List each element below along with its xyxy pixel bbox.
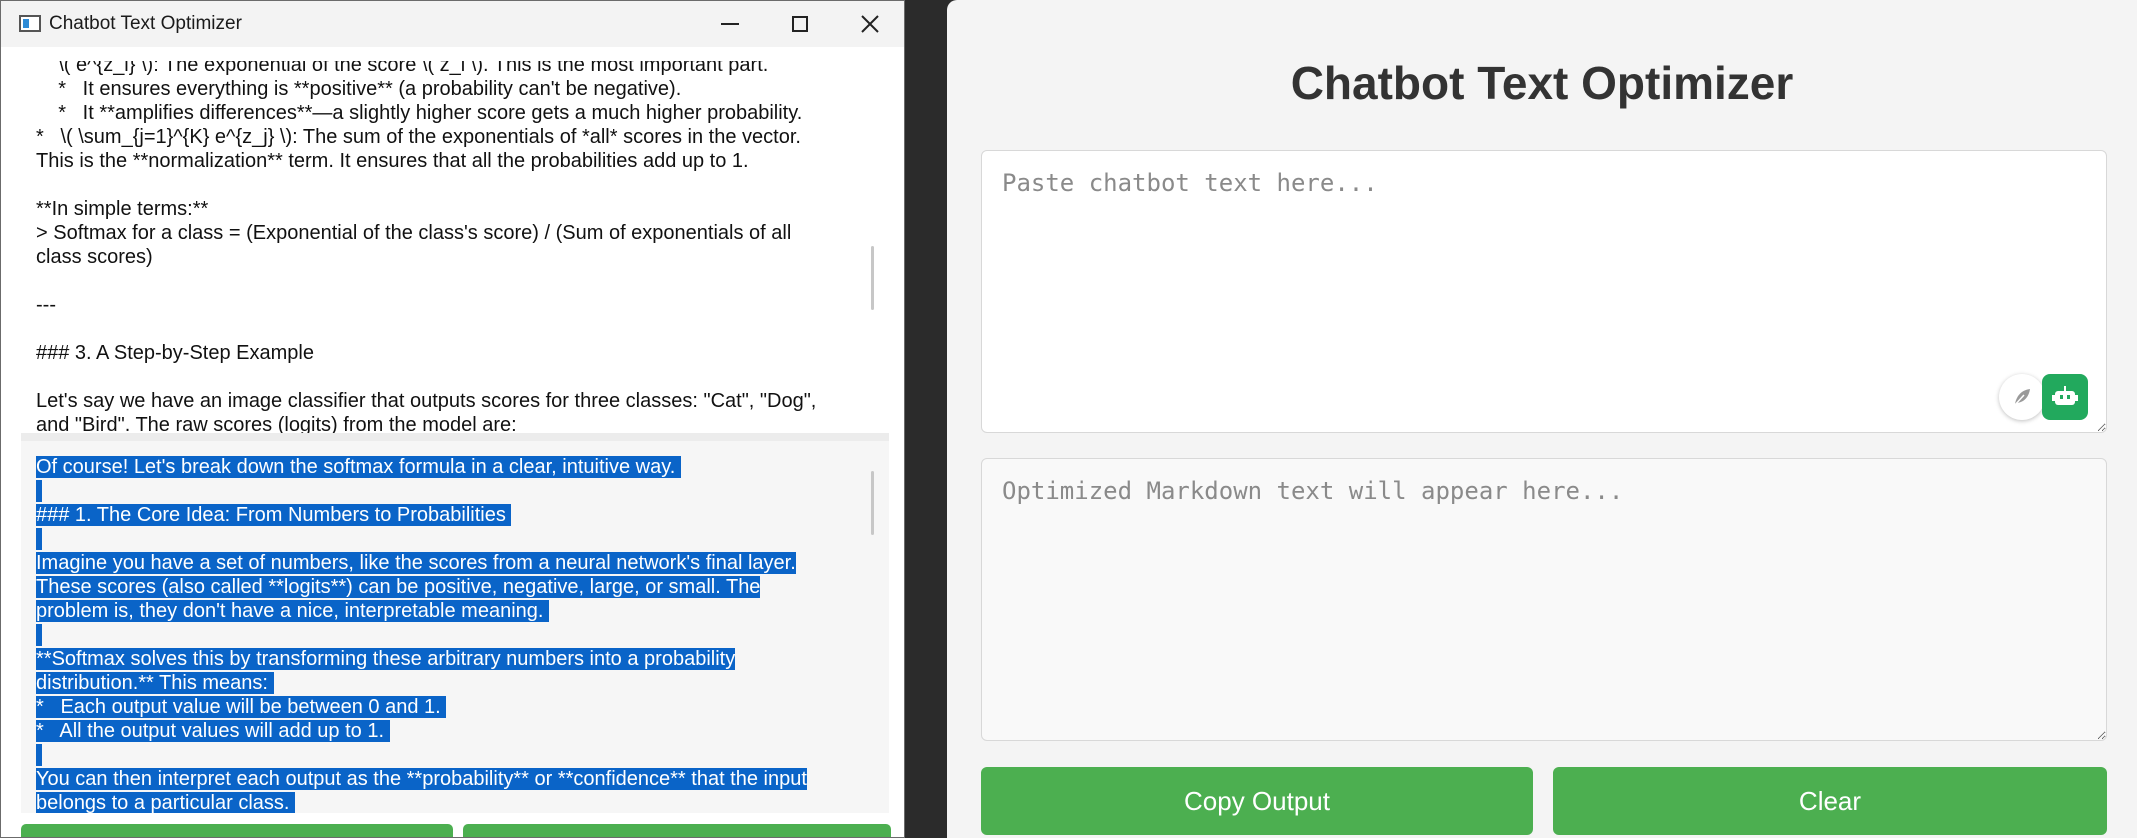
window-action-button-right[interactable] bbox=[463, 824, 891, 837]
text-line: This is the **normalization** term. It e… bbox=[36, 150, 749, 172]
text-line: distribution.** This means: bbox=[36, 671, 861, 695]
desktop-gap bbox=[905, 0, 947, 838]
bot-extension-button[interactable] bbox=[2042, 374, 2088, 420]
optimized-markdown-output[interactable] bbox=[981, 458, 2107, 741]
text-line: Let's say we have an image classifier th… bbox=[36, 390, 817, 412]
close-icon bbox=[861, 15, 879, 33]
text-line bbox=[36, 743, 861, 767]
maximize-icon bbox=[792, 16, 808, 32]
text-line: problem is, they don't have a nice, inte… bbox=[36, 599, 861, 623]
selected-text bbox=[36, 624, 42, 646]
selected-text bbox=[36, 528, 42, 550]
text-line: and "Bird". The raw scores (logits) from… bbox=[36, 414, 517, 433]
web-app-panel: Chatbot Text Optimizer Copy Output Clear bbox=[947, 0, 2137, 838]
chatbot-text-input[interactable] bbox=[981, 150, 2107, 433]
clear-button[interactable]: Clear bbox=[1553, 767, 2107, 835]
native-window: Chatbot Text Optimizer \( e^{z_i} \): Th… bbox=[0, 0, 905, 838]
window-titlebar[interactable]: Chatbot Text Optimizer bbox=[1, 1, 904, 47]
text-line: * It **amplifies differences**—a slightl… bbox=[36, 102, 803, 124]
selected-text: problem is, they don't have a nice, inte… bbox=[36, 600, 550, 622]
input-text-content: Of course! Let's break down the softmax … bbox=[36, 455, 861, 813]
text-line: * \( \sum_{j=1}^{K} e^{z_j} \): The sum … bbox=[36, 126, 801, 148]
selected-text: belongs to a particular class. bbox=[36, 792, 296, 813]
app-window-icon bbox=[19, 15, 41, 32]
selected-text: * Each output value will be between 0 an… bbox=[36, 696, 447, 718]
selected-text: Imagine you have a set of numbers, like … bbox=[36, 552, 796, 574]
text-line: **Softmax solves this by transforming th… bbox=[36, 647, 861, 671]
text-line bbox=[36, 173, 861, 197]
text-line: class scores) bbox=[36, 246, 153, 268]
selected-text bbox=[36, 480, 42, 502]
text-line: ### 1. The Core Idea: From Numbers to Pr… bbox=[36, 503, 861, 527]
close-button[interactable] bbox=[835, 1, 904, 47]
text-line: You can then interpret each output as th… bbox=[36, 767, 861, 791]
robot-icon bbox=[2052, 386, 2078, 405]
selected-text: You can then interpret each output as th… bbox=[36, 768, 807, 790]
text-line bbox=[36, 623, 861, 647]
pane-divider bbox=[21, 433, 889, 441]
selected-text: * All the output values will add up to 1… bbox=[36, 720, 390, 742]
text-line: * All the output values will add up to 1… bbox=[36, 719, 861, 743]
text-line: Of course! Let's break down the softmax … bbox=[36, 455, 861, 479]
text-line bbox=[36, 317, 861, 341]
minimize-button[interactable] bbox=[695, 1, 765, 47]
output-text-pane[interactable]: \( e^{z_i} \): The exponential of the sc… bbox=[21, 61, 889, 433]
text-line bbox=[36, 365, 861, 389]
text-line: ### 3. A Step-by-Step Example bbox=[36, 342, 314, 364]
selected-text: Of course! Let's break down the softmax … bbox=[36, 456, 681, 478]
text-line bbox=[36, 527, 861, 551]
selected-text bbox=[36, 744, 42, 766]
selected-text: ### 1. The Core Idea: From Numbers to Pr… bbox=[36, 504, 512, 526]
window-title: Chatbot Text Optimizer bbox=[49, 13, 242, 34]
text-line: belongs to a particular class. bbox=[36, 791, 861, 813]
text-line: * Each output value will be between 0 an… bbox=[36, 695, 861, 719]
input-pane-scrollbar[interactable] bbox=[871, 471, 874, 535]
text-line: * It ensures everything is **positive** … bbox=[36, 78, 682, 100]
selected-text: These scores (also called **logits**) ca… bbox=[36, 576, 761, 598]
input-text-pane[interactable]: Of course! Let's break down the softmax … bbox=[21, 441, 889, 813]
selected-text: distribution.** This means: bbox=[36, 672, 274, 694]
text-line: > Softmax for a class = (Exponential of … bbox=[36, 222, 792, 244]
page-title: Chatbot Text Optimizer bbox=[1290, 57, 1794, 109]
text-line bbox=[36, 479, 861, 503]
output-pane-scrollbar[interactable] bbox=[871, 246, 874, 310]
selected-text: **Softmax solves this by transforming th… bbox=[36, 648, 736, 670]
window-action-button-left[interactable] bbox=[21, 824, 453, 837]
minimize-icon bbox=[721, 23, 739, 25]
text-line: --- bbox=[36, 294, 56, 316]
copy-output-button[interactable]: Copy Output bbox=[981, 767, 1533, 835]
text-line: \( e^{z_i} \): The exponential of the sc… bbox=[36, 61, 769, 76]
text-line: Imagine you have a set of numbers, like … bbox=[36, 551, 861, 575]
text-line: **In simple terms:** bbox=[36, 198, 209, 220]
leaf-icon bbox=[2013, 389, 2030, 407]
text-line: These scores (also called **logits**) ca… bbox=[36, 575, 861, 599]
maximize-button[interactable] bbox=[765, 1, 835, 47]
text-line bbox=[36, 269, 861, 293]
leaf-extension-button[interactable] bbox=[1999, 374, 2045, 420]
output-text-content: \( e^{z_i} \): The exponential of the sc… bbox=[36, 61, 861, 433]
